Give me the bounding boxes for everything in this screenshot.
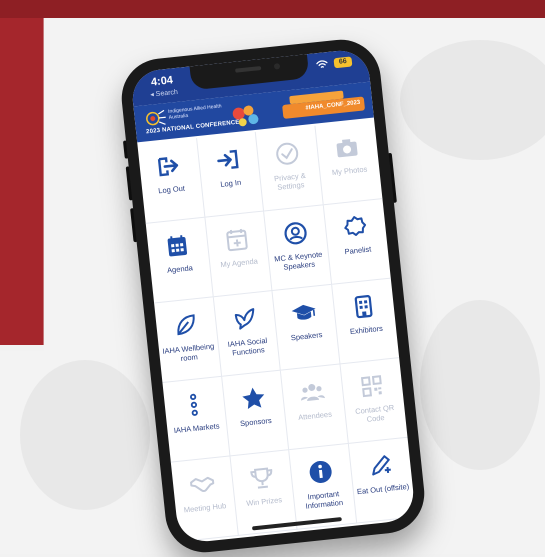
info-icon [309,460,332,483]
menu-tile-label: Eat Out (offsite) [356,481,410,497]
background-red-strip [0,0,545,18]
menu-tile-iaha-social-functions[interactable]: IAHA Social Functions [213,291,281,377]
menu-tile-label: Meeting Hub [183,501,227,515]
menu-tile-eat-out-offsite[interactable]: Eat Out (offsite) [348,437,416,524]
menu-tile-label: Panelist [344,244,372,257]
background-decoration [20,360,150,510]
status-time: 4:04 [150,74,174,89]
battery-icon: 66 [333,56,353,69]
speaker-portrait-icon [284,222,307,245]
menu-tile-exhibitors[interactable]: Exhibitors [331,278,400,365]
menu-tile-label: Contact QR Code [354,402,395,424]
banner-dots-icon [232,105,259,127]
menu-tile-label: Important Information [305,489,344,511]
menu-tile-log-in[interactable]: Log In [196,131,265,218]
camera-icon [336,139,358,158]
menu-tile-label: Exhibitors [349,323,384,337]
menu-tile-privacy-settings[interactable]: Privacy & Settings [255,125,324,212]
menu-tile-my-agenda[interactable]: My Agenda [204,211,273,298]
calendar-plus-icon [226,228,248,252]
phone-mockup: 4:04 ◂ Search 66 Indigenous Allied Healt… [117,35,429,557]
dots-vertical-icon [190,393,199,416]
wifi-icon [316,59,329,73]
menu-tile-meeting-hub[interactable]: Meeting Hub [170,456,239,543]
menu-tile-label: My Photos [331,164,368,178]
leaf-icon [177,314,195,336]
front-camera [273,63,281,70]
menu-tile-label: Agenda [166,263,194,275]
menu-tile-attendees[interactable]: Attendees [280,364,349,451]
graduation-cap-icon [291,304,316,320]
badge-icon [344,216,367,236]
star-icon [242,387,264,410]
building-icon [354,294,373,319]
handshake-icon [190,476,215,493]
menu-tile-label: IAHA Wellbeing room [161,341,215,363]
phone-screen: 4:04 ◂ Search 66 Indigenous Allied Healt… [129,47,417,545]
menu-tile-label: Privacy & Settings [273,170,307,192]
menu-tile-label: MC & Keynote Speakers [273,249,323,272]
menu-tile-log-out[interactable]: Log Out [137,138,205,224]
menu-tile-panelist[interactable]: Panelist [323,199,391,285]
menu-tile-label: Log Out [157,183,186,196]
menu-tile-label: Speakers [290,330,323,343]
menu-tile-iaha-markets[interactable]: IAHA Markets [162,376,231,463]
menu-tile-iaha-wellbeing-room[interactable]: IAHA Wellbeing room [154,297,222,384]
menu-tile-label: IAHA Markets [173,421,220,436]
menu-tile-sponsors[interactable]: Sponsors [221,370,290,457]
menu-tile-label: Sponsors [239,415,273,429]
calendar-icon [167,235,188,257]
menu-tile-label: IAHA Social Functions [227,335,268,358]
menu-tile-label: Attendees [297,409,333,423]
logout-icon [158,157,179,177]
menu-tile-contact-qr-code[interactable]: Contact QR Code [340,358,408,444]
menu-tile-agenda[interactable]: Agenda [145,217,214,304]
menu-tile-label: Win Prizes [245,495,283,508]
menu-tile-important-information[interactable]: Important Information [289,443,357,530]
trophy-icon [249,467,272,489]
back-to-search-link[interactable]: ◂ Search [150,88,178,99]
background-decoration [420,300,540,470]
menu-tile-my-photos[interactable]: My Photos [314,119,383,206]
banner-org-name: Indigenous Allied Health Australia [167,103,222,121]
qr-code-icon [361,375,383,398]
iaha-logo-icon [146,109,166,126]
menu-tile-speakers[interactable]: Speakers [272,284,341,371]
people-icon [301,383,326,401]
login-icon [217,149,239,169]
menu-grid: Log Out Log In Privacy & Settings My Photos… [137,119,416,543]
pen-icon [372,455,392,476]
menu-tile-label: Log In [219,177,242,189]
speaker-grille [235,66,262,73]
check-circle-icon [276,142,299,165]
menu-tile-mc-keynote-speakers[interactable]: MC & Keynote Speakers [264,205,332,292]
menu-tile-label: My Agenda [219,256,259,270]
dove-icon [234,308,255,330]
